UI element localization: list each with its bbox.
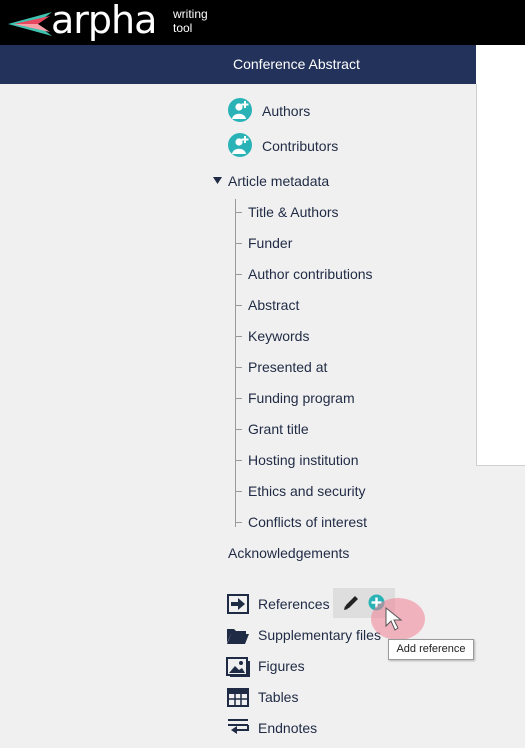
tooltip-add-reference: Add reference [388,639,474,660]
sidebar-item-authors[interactable]: Authors [262,103,310,119]
add-user-icon[interactable] [228,98,252,122]
document-title-bar: Conference Abstract [0,45,476,84]
tree-tick [235,398,242,399]
sidebar-item-figures[interactable]: Figures [258,658,305,674]
sidebar-item-references[interactable]: References [258,596,330,612]
endnotes-icon [228,719,249,734]
metadata-item-presented-at[interactable]: Presented at [248,359,327,375]
folder-icon [227,629,249,644]
tree-tick [235,274,242,275]
tree-tick [235,305,242,306]
metadata-item-ethics-security[interactable]: Ethics and security [248,483,366,499]
tree-tick [235,522,242,523]
toolbar-area [476,45,525,84]
metadata-item-funder[interactable]: Funder [248,235,292,251]
page-title: Conference Abstract [233,56,360,72]
metadata-item-grant-title[interactable]: Grant title [248,421,309,437]
tree-tick [235,367,242,368]
tree-tick [235,491,242,492]
metadata-item-conflicts-of-interest[interactable]: Conflicts of interest [248,514,367,530]
sidebar-item-tables[interactable]: Tables [258,689,298,705]
metadata-item-keywords[interactable]: Keywords [248,328,309,344]
tree-tick [235,243,242,244]
logo-wordmark: arpha [51,0,157,42]
sidebar-item-contributors[interactable]: Contributors [262,138,338,154]
document-panel [476,84,525,466]
tagline: writing tool [173,7,208,35]
pencil-edit-icon[interactable] [342,594,360,612]
metadata-item-title-authors[interactable]: Title & Authors [248,204,339,220]
tree-tick [235,212,242,213]
metadata-item-funding-program[interactable]: Funding program [248,390,355,406]
sidebar-item-endnotes[interactable]: Endnotes [258,720,317,736]
add-contributor-icon[interactable] [228,133,252,157]
reference-arrow-icon [227,594,249,614]
tree-tick [235,460,242,461]
mouse-pointer-icon [385,606,403,631]
tree-guide-line [235,199,236,527]
table-icon [227,688,249,707]
metadata-item-author-contributions[interactable]: Author contributions [248,266,373,282]
tree-tick [235,429,242,430]
app-header: arpha writing tool [0,0,525,45]
sidebar-item-acknowledgements[interactable]: Acknowledgements [228,545,349,561]
metadata-item-hosting-institution[interactable]: Hosting institution [248,452,359,468]
sidebar-item-article-metadata[interactable]: Article metadata [228,173,329,189]
sidebar-item-supplementary-files[interactable]: Supplementary files [258,627,381,643]
caret-down-icon[interactable] [213,177,222,185]
tree-tick [235,336,242,337]
image-icon [226,657,250,677]
metadata-item-abstract[interactable]: Abstract [248,297,299,313]
